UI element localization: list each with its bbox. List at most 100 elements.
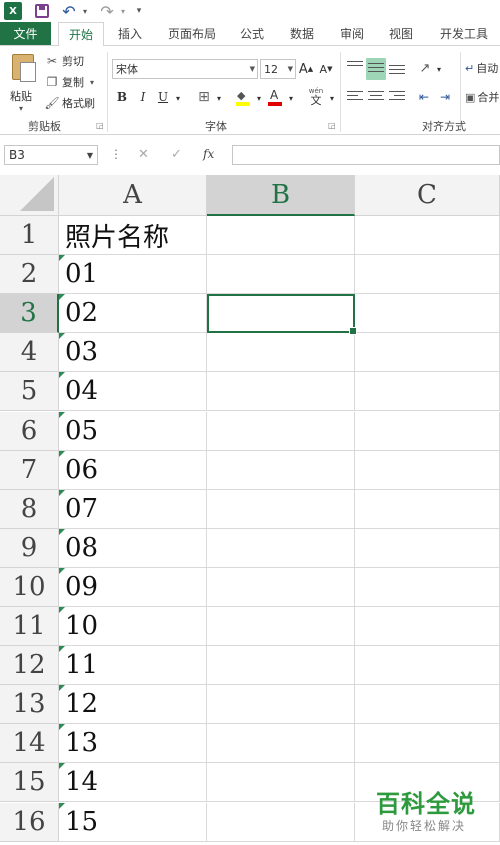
phonetic-guide-button[interactable]: wén 文 (304, 84, 328, 110)
cut-button[interactable]: ✂ 剪切 (44, 52, 84, 70)
underline-dropdown-icon[interactable]: ▾ (173, 89, 183, 107)
undo-icon[interactable]: ↶ (60, 2, 78, 21)
paste-button[interactable]: 粘贴 ▾ (6, 52, 40, 113)
tab-file[interactable]: 文件 (0, 22, 51, 45)
cell-c12[interactable] (355, 646, 500, 686)
column-header-c[interactable]: C (355, 175, 500, 216)
tab-home[interactable]: 开始 (58, 22, 104, 46)
row-header-14[interactable]: 14 (0, 724, 59, 764)
cell-c10[interactable] (355, 567, 500, 607)
increase-indent-icon[interactable]: ⇥ (437, 88, 453, 106)
customize-toolbar-icon[interactable]: ▾ (134, 2, 144, 20)
cell-a11[interactable]: 10 (59, 607, 207, 647)
cell-b12[interactable] (207, 646, 355, 686)
cell-a10[interactable]: 09 (59, 567, 207, 607)
tab-data[interactable]: 数据 (282, 22, 322, 45)
font-color-icon[interactable]: A (266, 86, 284, 108)
wrap-text-button[interactable]: ↵ 自动 (465, 58, 500, 78)
merge-center-button[interactable]: ▣ 合并 (465, 87, 500, 107)
cell-b9[interactable] (207, 528, 355, 568)
cell-a1[interactable]: 照片名称 (59, 216, 207, 256)
undo-dropdown-icon[interactable]: ▾ (80, 2, 90, 20)
format-painter-button[interactable]: 🖌 格式刷 (44, 94, 95, 112)
cell-c5[interactable] (355, 372, 500, 412)
row-header-2[interactable]: 2 (0, 255, 59, 295)
cell-a2[interactable]: 01 (59, 255, 207, 295)
italic-button[interactable]: I (135, 88, 151, 106)
tab-insert[interactable]: 插入 (110, 22, 150, 45)
cell-c14[interactable] (355, 724, 500, 764)
cell-a7[interactable]: 06 (59, 450, 207, 490)
decrease-indent-icon[interactable]: ⇤ (416, 88, 432, 106)
redo-dropdown-icon[interactable]: ▾ (118, 2, 128, 20)
font-launcher-icon[interactable]: ◲ (328, 121, 336, 130)
cell-a14[interactable]: 13 (59, 724, 207, 764)
cell-c7[interactable] (355, 450, 500, 490)
align-bottom-icon[interactable] (389, 62, 405, 78)
align-top-icon[interactable] (347, 58, 363, 74)
cell-a4[interactable]: 03 (59, 333, 207, 373)
save-icon[interactable] (33, 2, 51, 20)
tab-developer[interactable]: 开发工具 (432, 22, 496, 45)
cell-c4[interactable] (355, 333, 500, 373)
cell-a13[interactable]: 12 (59, 685, 207, 725)
cell-b14[interactable] (207, 724, 355, 764)
row-header-5[interactable]: 5 (0, 372, 59, 412)
cell-b3[interactable] (207, 294, 357, 336)
row-header-3[interactable]: 3 (0, 294, 59, 334)
cell-b15[interactable] (207, 763, 355, 803)
underline-button[interactable]: U (155, 88, 171, 106)
cell-c11[interactable] (355, 607, 500, 647)
row-header-9[interactable]: 9 (0, 528, 59, 568)
cell-a5[interactable]: 04 (59, 372, 207, 412)
formula-input[interactable] (232, 145, 500, 165)
cell-c1[interactable] (355, 216, 500, 256)
borders-dropdown-icon[interactable]: ▾ (214, 89, 224, 107)
shrink-font-button[interactable]: A ▼ (319, 60, 333, 78)
orientation-icon[interactable]: ↗ (416, 58, 434, 78)
cancel-entry-icon[interactable]: ✕ (138, 147, 149, 162)
row-header-1[interactable]: 1 (0, 216, 59, 256)
cell-c2[interactable] (355, 255, 500, 295)
row-header-16[interactable]: 16 (0, 802, 59, 842)
cell-a15[interactable]: 14 (59, 763, 207, 803)
clipboard-launcher-icon[interactable]: ◲ (96, 121, 104, 130)
cell-b13[interactable] (207, 685, 355, 725)
row-header-8[interactable]: 8 (0, 489, 59, 529)
cell-b5[interactable] (207, 372, 355, 412)
borders-icon[interactable]: ⊞ (195, 88, 213, 106)
cell-c6[interactable] (355, 411, 500, 451)
column-header-b[interactable]: B (207, 175, 355, 216)
cell-a3[interactable]: 02 (59, 294, 207, 334)
name-box[interactable]: B3 ▼ (4, 145, 98, 165)
cell-a9[interactable]: 08 (59, 528, 207, 568)
font-color-dropdown-icon[interactable]: ▾ (286, 89, 296, 107)
row-header-12[interactable]: 12 (0, 646, 59, 686)
insert-function-button[interactable]: fx (203, 147, 214, 161)
cell-c13[interactable] (355, 685, 500, 725)
column-header-a[interactable]: A (59, 175, 207, 216)
row-header-13[interactable]: 13 (0, 685, 59, 725)
row-header-15[interactable]: 15 (0, 763, 59, 803)
row-header-7[interactable]: 7 (0, 450, 59, 490)
tab-page-layout[interactable]: 页面布局 (160, 22, 224, 45)
cell-c8[interactable] (355, 489, 500, 529)
enter-entry-icon[interactable]: ✓ (171, 147, 182, 162)
align-center-icon[interactable] (368, 88, 384, 104)
orientation-dropdown-icon[interactable]: ▾ (435, 60, 443, 78)
font-size-select[interactable]: 12 ▼ (260, 59, 296, 79)
phonetic-dropdown-icon[interactable]: ▾ (328, 89, 336, 107)
cell-b7[interactable] (207, 450, 355, 490)
worksheet-grid[interactable]: A B C 1 照片名称 2 01 3 02 4 03 5 04 6 05 7 06 8 07 9 08 10 09 1… (0, 175, 500, 845)
cell-b8[interactable] (207, 489, 355, 529)
tab-review[interactable]: 审阅 (332, 22, 372, 45)
cell-a6[interactable]: 05 (59, 411, 207, 451)
fill-color-dropdown-icon[interactable]: ▾ (254, 89, 264, 107)
cell-b1[interactable] (207, 216, 355, 256)
grow-font-button[interactable]: A ▲ (299, 60, 313, 78)
paste-dropdown-icon[interactable]: ▾ (19, 104, 23, 113)
row-header-11[interactable]: 11 (0, 607, 59, 647)
tab-formulas[interactable]: 公式 (232, 22, 272, 45)
align-middle-icon[interactable] (366, 58, 386, 80)
cell-b6[interactable] (207, 411, 355, 451)
